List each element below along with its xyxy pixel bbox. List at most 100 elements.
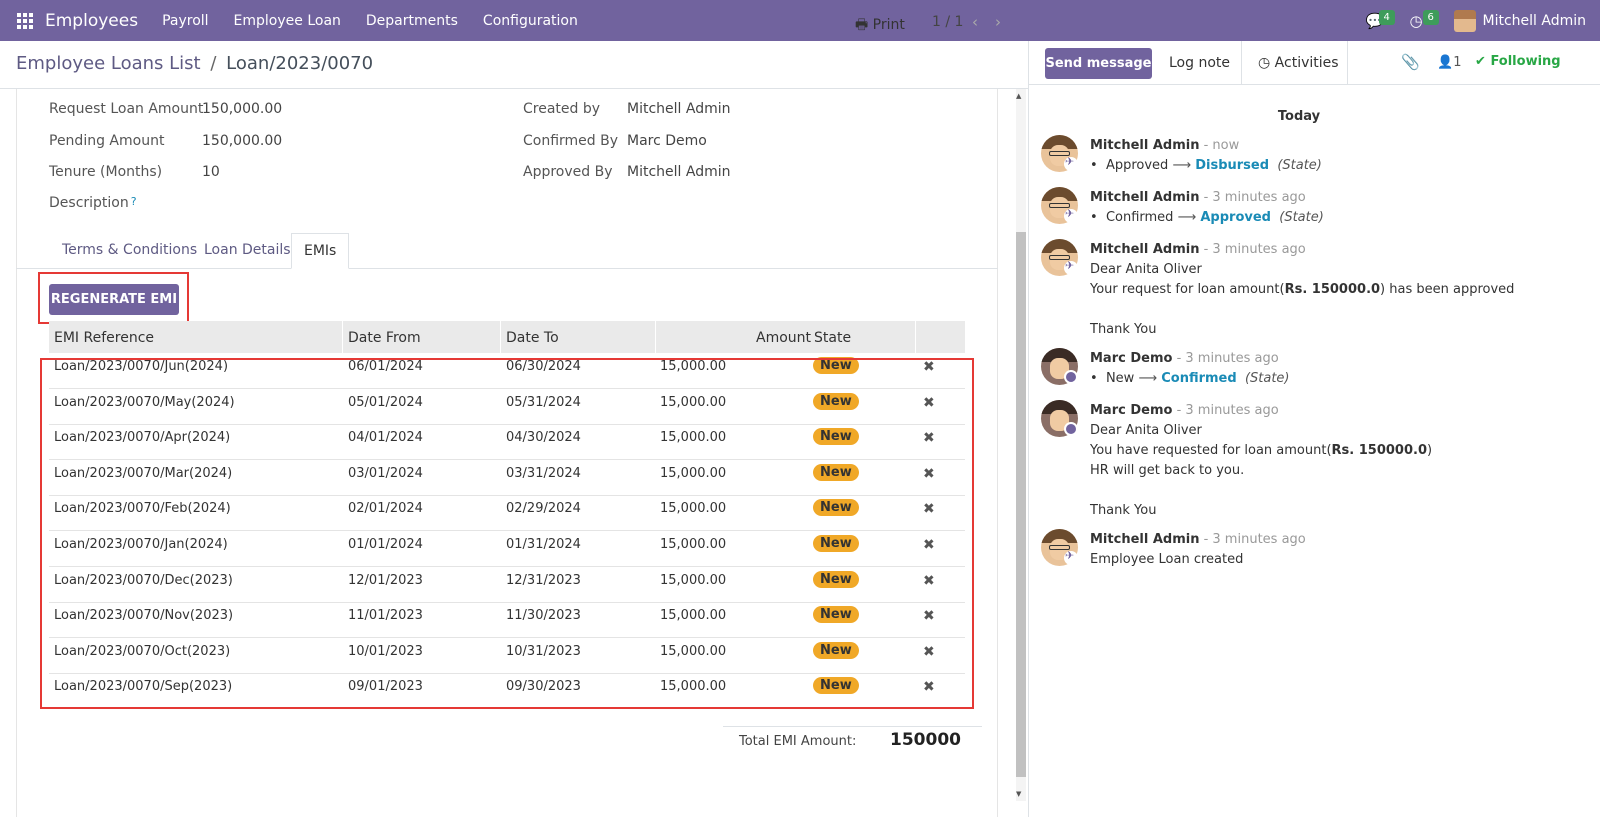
- messages-count-badge: 4: [1378, 9, 1395, 25]
- message-author: Marc Demo - 3 minutes ago: [1090, 351, 1279, 366]
- breadcrumb-parent[interactable]: Employee Loans List: [16, 53, 201, 74]
- confirmed-by-value: Marc Demo: [627, 133, 707, 149]
- scroll-down-icon[interactable]: ▼: [1016, 790, 1021, 798]
- total-emi-label: Total EMI Amount:: [739, 734, 857, 749]
- col-divider: [915, 321, 916, 353]
- activities-systray[interactable]: ◷ 6: [1409, 9, 1439, 32]
- emi-table-header: EMI Reference Date From Date To Amount S…: [49, 321, 965, 353]
- breadcrumb-separator: /: [210, 53, 217, 74]
- clock-icon: ◷: [1409, 11, 1423, 30]
- day-separator: Today: [1277, 109, 1321, 124]
- menu-payroll[interactable]: Payroll: [162, 13, 208, 29]
- message-body-line: Employee Loan created: [1090, 552, 1244, 567]
- status-dot-icon: [1064, 370, 1078, 384]
- following-label: Following: [1490, 54, 1561, 69]
- menu-departments[interactable]: Departments: [366, 13, 458, 29]
- activities-button[interactable]: ◷ Activities: [1241, 41, 1348, 85]
- user-name: Mitchell Admin: [1482, 12, 1587, 29]
- col-date-to[interactable]: Date To: [506, 330, 559, 346]
- print-button[interactable]: 🖶 Print: [855, 14, 905, 38]
- printer-icon: 🖶: [855, 17, 869, 33]
- help-tooltip-icon[interactable]: ?: [131, 195, 137, 208]
- scrollbar-thumb[interactable]: [1016, 232, 1026, 777]
- message-author: Mitchell Admin - 3 minutes ago: [1090, 242, 1306, 257]
- col-divider: [342, 321, 343, 353]
- confirmed-by-label: Confirmed By: [523, 133, 619, 149]
- request-amount-value: 150,000.00: [202, 101, 283, 117]
- print-label: Print: [872, 17, 905, 33]
- tab-emis[interactable]: EMIs: [291, 233, 350, 269]
- description-label-text: Description: [49, 195, 129, 211]
- tab-terms-conditions[interactable]: Terms & Conditions: [62, 242, 197, 258]
- user-avatar: [1453, 9, 1476, 32]
- clock-icon: ◷: [1258, 55, 1271, 71]
- message-body-line: Your request for loan amount(Rs. 150000.…: [1090, 282, 1515, 297]
- chatter-panel: Send message Log note ◷ Activities 📎 👤1 …: [1028, 41, 1600, 817]
- plane-icon: ✈: [1064, 259, 1078, 275]
- tracking-value: • Confirmed ⟶ Approved (State): [1090, 210, 1324, 225]
- attachment-icon[interactable]: 📎: [1401, 53, 1420, 71]
- send-message-button[interactable]: Send message: [1045, 48, 1152, 79]
- following-button[interactable]: ✔ Following: [1475, 54, 1561, 69]
- person-icon: 👤: [1437, 55, 1454, 70]
- notebook-tabs: Terms & Conditions Loan Details EMIs: [16, 233, 998, 269]
- regenerate-emi-button[interactable]: REGENERATE EMI: [49, 284, 179, 315]
- message-body-line: HR will get back to you.: [1090, 463, 1245, 478]
- breadcrumb-current: Loan/2023/0070: [226, 53, 374, 74]
- col-state[interactable]: State: [814, 330, 851, 346]
- message-author: Mitchell Admin - now: [1090, 138, 1240, 153]
- tracking-value: • New ⟶ Confirmed (State): [1090, 371, 1290, 386]
- col-emi-reference[interactable]: EMI Reference: [54, 330, 154, 346]
- pager-next-icon[interactable]: ›: [995, 13, 1001, 31]
- chatter-topbar: Send message Log note ◷ Activities 📎 👤1 …: [1029, 41, 1600, 85]
- message-body-line: Dear Anita Oliver: [1090, 262, 1202, 277]
- message-body-line: Thank You: [1090, 503, 1157, 518]
- pager-value[interactable]: 1 / 1: [932, 14, 963, 30]
- plane-icon: ✈: [1064, 207, 1078, 223]
- pager-prev-icon[interactable]: ‹: [972, 13, 978, 31]
- tab-loan-details[interactable]: Loan Details: [204, 242, 291, 258]
- control-panel: Employee Loans List / Loan/2023/0070: [0, 41, 1028, 89]
- created-by-label: Created by: [523, 101, 601, 117]
- message-author: Mitchell Admin - 3 minutes ago: [1090, 190, 1306, 205]
- tenure-label: Tenure (Months): [49, 164, 163, 180]
- activities-label: Activities: [1274, 55, 1339, 71]
- message-body-line: Thank You: [1090, 322, 1157, 337]
- pending-amount-value: 150,000.00: [202, 133, 283, 149]
- message-body-line: Dear Anita Oliver: [1090, 423, 1202, 438]
- total-emi-value: 150000: [890, 730, 961, 750]
- approved-by-label: Approved By: [523, 164, 613, 180]
- messages-systray[interactable]: 💬 4: [1366, 9, 1395, 32]
- highlight-box-emi-rows: [40, 358, 974, 709]
- approved-by-value: Mitchell Admin: [627, 164, 731, 180]
- tracking-value: • Approved ⟶ Disbursed (State): [1090, 158, 1322, 173]
- col-amount[interactable]: Amount: [756, 330, 811, 346]
- user-menu[interactable]: Mitchell Admin: [1453, 9, 1587, 32]
- tenure-value: 10: [202, 164, 220, 180]
- apps-menu-icon[interactable]: [17, 12, 33, 29]
- plane-icon: ✈: [1064, 549, 1078, 565]
- description-label: Description?: [49, 195, 137, 211]
- status-dot-icon: [1064, 422, 1078, 436]
- request-amount-label: Request Loan Amount: [49, 101, 204, 117]
- pending-amount-label: Pending Amount: [49, 133, 165, 149]
- check-icon: ✔: [1475, 54, 1486, 69]
- app-name[interactable]: Employees: [45, 11, 138, 31]
- menu-configuration[interactable]: Configuration: [483, 13, 578, 29]
- scroll-up-icon[interactable]: ▲: [1016, 92, 1021, 100]
- message-body-line: You have requested for loan amount(Rs. 1…: [1090, 443, 1433, 458]
- col-date-from[interactable]: Date From: [348, 330, 421, 346]
- followers-button[interactable]: 👤1: [1437, 55, 1461, 70]
- menu-employee-loan[interactable]: Employee Loan: [234, 13, 341, 29]
- total-divider: [723, 726, 982, 727]
- message-author: Marc Demo - 3 minutes ago: [1090, 403, 1279, 418]
- activities-count-badge: 6: [1422, 9, 1439, 25]
- col-divider: [655, 321, 656, 353]
- message-author: Mitchell Admin - 3 minutes ago: [1090, 532, 1306, 547]
- col-divider: [500, 321, 501, 353]
- breadcrumb: Employee Loans List / Loan/2023/0070: [16, 53, 373, 74]
- created-by-value: Mitchell Admin: [627, 101, 731, 117]
- log-note-button[interactable]: Log note: [1169, 55, 1230, 71]
- followers-count: 1: [1453, 55, 1462, 70]
- plane-icon: ✈: [1064, 155, 1078, 171]
